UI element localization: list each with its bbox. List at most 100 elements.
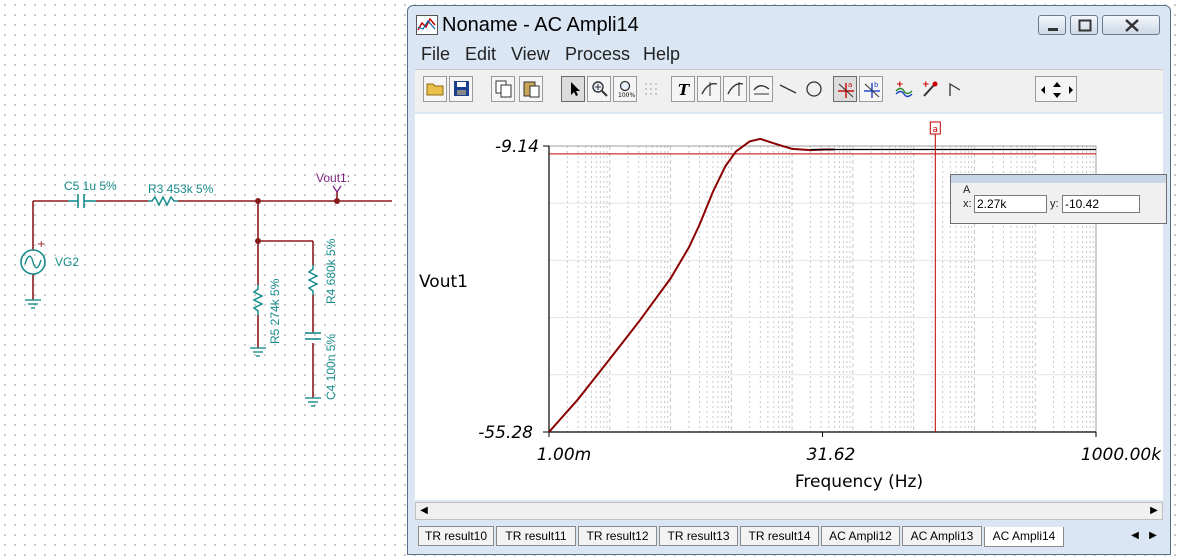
cursor-a-icon bbox=[701, 82, 718, 96]
text-button[interactable]: T bbox=[671, 76, 695, 102]
add-trace-button[interactable]: + bbox=[891, 76, 915, 102]
svg-text:+: + bbox=[37, 239, 45, 250]
y-tick-top: -9.14 bbox=[495, 137, 539, 157]
paste-button[interactable] bbox=[519, 76, 543, 102]
window-title: Noname - AC Ampli14 bbox=[442, 14, 639, 36]
label-r4: R4 680k 5% bbox=[324, 238, 338, 304]
curve-icon bbox=[753, 85, 770, 95]
scroll-left-icon[interactable]: ◀ bbox=[416, 503, 432, 519]
diagram-window[interactable]: Noname - AC Ampli14 File Edit View Proce… bbox=[407, 5, 1171, 555]
tab-tr-result11[interactable]: TR result11 bbox=[496, 526, 576, 546]
grid-icon bbox=[645, 83, 657, 95]
probe-icon: + bbox=[922, 80, 938, 97]
maximize-button[interactable] bbox=[1070, 15, 1098, 35]
title-bar[interactable]: Noname - AC Ampli14 bbox=[408, 6, 1170, 44]
ground-symbol bbox=[25, 299, 41, 309]
tab-ac-ampli14[interactable]: AC Ampli14 bbox=[984, 527, 1064, 547]
zoom-in-button[interactable] bbox=[587, 76, 611, 102]
zoom-in-icon bbox=[592, 81, 608, 97]
grid-button[interactable] bbox=[639, 76, 663, 102]
menu-view[interactable]: View bbox=[511, 44, 550, 65]
y-axis-label: Vout1 bbox=[419, 272, 468, 292]
cursor-y-input[interactable] bbox=[1062, 195, 1140, 213]
label-r5: R5 274k 5% bbox=[268, 278, 282, 344]
resistor-r3[interactable] bbox=[148, 195, 178, 207]
cursor-a-place-icon: a bbox=[838, 81, 854, 98]
capacitor-c5[interactable] bbox=[68, 194, 96, 208]
curve-button[interactable] bbox=[749, 76, 773, 102]
menu-help[interactable]: Help bbox=[643, 44, 680, 65]
label-vout: Vout1: bbox=[316, 171, 350, 185]
label-c5: C5 1u 5% bbox=[64, 179, 117, 193]
line-button[interactable] bbox=[775, 76, 799, 102]
cursor-a-place-button[interactable]: a bbox=[833, 76, 857, 102]
tab-tr-result13[interactable]: TR result13 bbox=[659, 526, 738, 546]
open-icon bbox=[426, 83, 444, 96]
tab-tr-result12[interactable]: TR result12 bbox=[578, 526, 657, 546]
zoom-100-button[interactable]: 100% bbox=[613, 76, 637, 102]
ground-symbol bbox=[305, 397, 321, 407]
schematic-canvas[interactable]: + C5 1u 5% R3 453k 5% VG2 Vout1: R5 274k… bbox=[0, 0, 405, 559]
cursor-x-label: x: bbox=[963, 198, 972, 210]
cursor-panel-header[interactable] bbox=[951, 175, 1166, 183]
horizontal-scrollbar[interactable]: ◀ ▶ bbox=[415, 502, 1163, 520]
cursor-readout-panel[interactable]: A x: y: bbox=[950, 174, 1167, 224]
app-icon bbox=[416, 15, 438, 35]
x-axis-label: Frequency (Hz) bbox=[795, 472, 923, 492]
circle-icon bbox=[806, 81, 822, 97]
maximize-icon bbox=[1078, 19, 1092, 32]
close-button[interactable] bbox=[1102, 15, 1160, 35]
bode-chart[interactable]: a -9.14 -55.28 1.00m 31.62 1000.00k Freq… bbox=[415, 114, 1163, 500]
menu-process[interactable]: Process bbox=[565, 44, 630, 65]
cursor-name: A bbox=[963, 184, 971, 196]
save-icon bbox=[454, 81, 469, 96]
marker-icon bbox=[949, 82, 961, 96]
scroll-right-icon[interactable]: ▶ bbox=[1146, 503, 1162, 519]
ground-symbol bbox=[250, 347, 266, 357]
probe-button[interactable]: + bbox=[917, 76, 941, 102]
paste-icon bbox=[523, 81, 540, 98]
probe-icon[interactable] bbox=[332, 185, 342, 194]
zoom-100-icon: 100% bbox=[618, 80, 635, 98]
menu-edit[interactable]: Edit bbox=[465, 44, 496, 65]
navigate-button[interactable] bbox=[1035, 76, 1077, 102]
copy-icon bbox=[495, 80, 512, 98]
svg-text:b: b bbox=[874, 81, 879, 89]
pointer-button[interactable] bbox=[561, 76, 585, 102]
cursor-a-marker: a bbox=[933, 125, 939, 135]
menu-bar: File Edit View Process Help bbox=[415, 42, 1163, 66]
svg-text:100%: 100% bbox=[618, 92, 635, 98]
minimize-icon bbox=[1048, 28, 1058, 31]
junction-dot bbox=[255, 198, 261, 204]
marker-button[interactable] bbox=[943, 76, 967, 102]
minimize-button[interactable] bbox=[1038, 15, 1066, 35]
resistor-r4[interactable] bbox=[307, 265, 319, 295]
cursor-b-button[interactable] bbox=[723, 76, 747, 102]
cursor-a-button[interactable] bbox=[697, 76, 721, 102]
cursor-x-input[interactable] bbox=[974, 195, 1047, 213]
svg-text:a: a bbox=[848, 81, 852, 89]
junction-dot bbox=[255, 238, 261, 244]
circle-button[interactable] bbox=[801, 76, 825, 102]
tab-scroll-right-icon[interactable]: ▶ bbox=[1145, 528, 1161, 544]
tab-scroll-left-icon[interactable]: ◀ bbox=[1127, 528, 1143, 544]
cursor-y-label: y: bbox=[1050, 198, 1059, 210]
cursor-b-place-button[interactable]: b bbox=[859, 76, 883, 102]
tab-tr-result10[interactable]: TR result10 bbox=[418, 526, 494, 546]
copy-button[interactable] bbox=[491, 76, 515, 102]
svg-text:T: T bbox=[678, 81, 691, 98]
tab-ac-ampli13[interactable]: AC Ampli13 bbox=[902, 526, 982, 546]
resistor-r5[interactable] bbox=[252, 285, 264, 315]
open-button[interactable] bbox=[423, 76, 447, 102]
capacitor-c4[interactable] bbox=[305, 332, 321, 340]
x-tick-right: 1000.00k bbox=[1081, 445, 1162, 465]
x-tick-left: 1.00m bbox=[537, 445, 591, 465]
plot-area[interactable]: a -9.14 -55.28 1.00m 31.62 1000.00k Freq… bbox=[415, 114, 1167, 500]
tab-tr-result14[interactable]: TR result14 bbox=[740, 526, 819, 546]
line-icon bbox=[779, 84, 797, 94]
result-tabs: TR result10 TR result11 TR result12 TR r… bbox=[415, 523, 1163, 549]
save-button[interactable] bbox=[449, 76, 473, 102]
svg-text:+: + bbox=[922, 80, 930, 90]
menu-file[interactable]: File bbox=[421, 44, 450, 65]
tab-ac-ampli12[interactable]: AC Ampli12 bbox=[821, 526, 900, 546]
